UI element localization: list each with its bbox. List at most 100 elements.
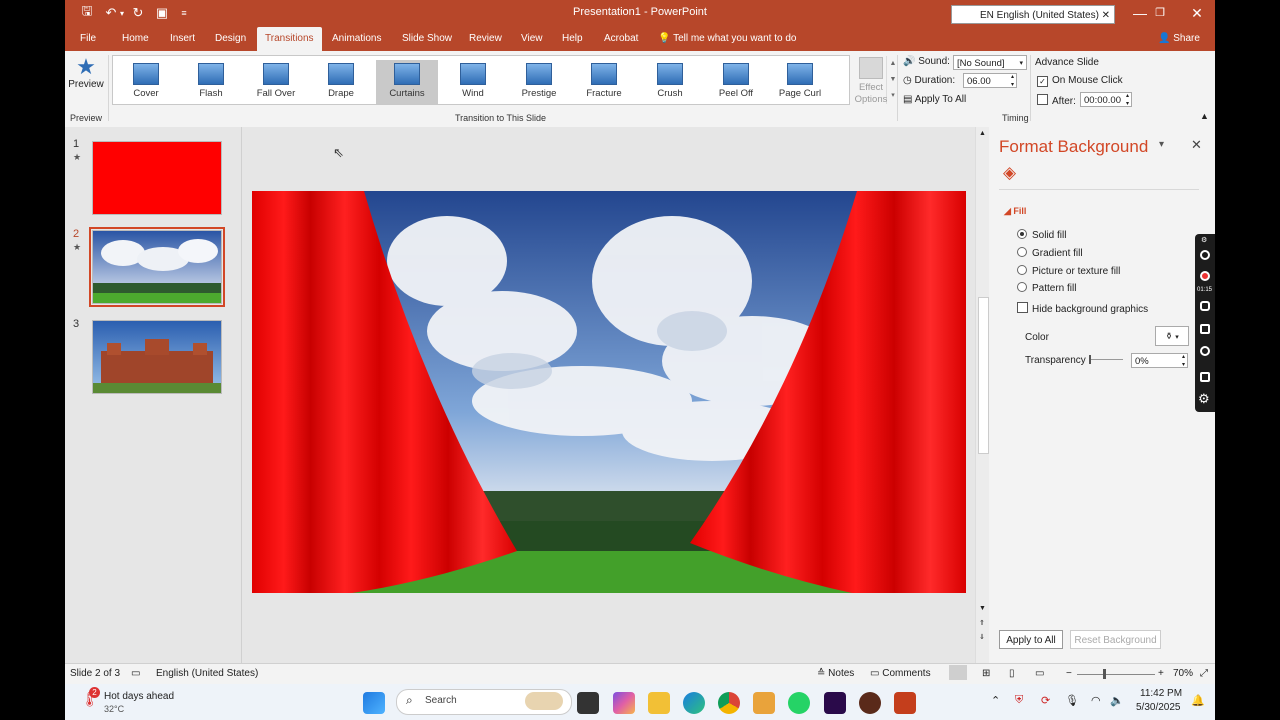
gradient-fill-radio[interactable]: Gradient fill — [1017, 247, 1083, 259]
zoom-out-icon[interactable]: − — [1066, 668, 1072, 679]
after-input[interactable]: 00:00.00 ▴ ▾ — [1080, 92, 1132, 107]
reading-view-icon[interactable]: ▯ — [1009, 668, 1015, 679]
chevron-up-icon[interactable]: ⌃ — [991, 694, 1000, 707]
slide-thumbnail-3[interactable] — [92, 320, 222, 394]
sound-dropdown[interactable]: [No Sound] ▾ — [953, 55, 1027, 70]
scroll-up-icon[interactable]: ▲ — [979, 130, 986, 137]
sync-icon[interactable]: ⟳ — [1041, 694, 1050, 707]
app-icon[interactable] — [859, 692, 881, 714]
search-box[interactable]: ⌕ Search — [396, 689, 572, 715]
normal-view-icon[interactable] — [949, 665, 967, 680]
language-indicator[interactable]: EN English (United States) ✕ — [951, 5, 1115, 24]
transition-fall-over[interactable]: Fall Over — [245, 60, 307, 104]
copilot-icon[interactable] — [613, 692, 635, 714]
microphone-icon[interactable] — [1200, 301, 1210, 311]
clock-time[interactable]: 11:42 PM — [1140, 688, 1182, 699]
zoom-level[interactable]: 70% — [1173, 668, 1193, 679]
solid-fill-radio[interactable]: Solid fill — [1017, 229, 1066, 241]
transition-page-curl[interactable]: Page Curl — [769, 60, 831, 104]
weather-widget[interactable]: 🌡 2 Hot days ahead 32°C — [79, 687, 189, 717]
collapse-ribbon-icon[interactable]: ▲ — [1200, 111, 1209, 121]
edge-icon[interactable] — [683, 692, 705, 714]
close-language-icon[interactable]: ✕ — [1102, 6, 1110, 25]
on-mouse-click-checkbox[interactable]: ✓ On Mouse Click — [1037, 75, 1123, 87]
microphone-tray-icon[interactable]: 🎙 — [1065, 694, 1079, 707]
transition-curtains[interactable]: Curtains — [376, 60, 438, 104]
transition-drape[interactable]: Drape — [310, 60, 372, 104]
duration-input[interactable]: 06.00 ▴ ▾ — [963, 73, 1017, 88]
recorder-options-icon[interactable]: ⚙ — [1201, 236, 1207, 244]
tab-transitions[interactable]: Transitions — [257, 27, 322, 51]
camera-icon[interactable] — [1200, 250, 1210, 260]
whatsapp-icon[interactable] — [788, 692, 810, 714]
task-view-icon[interactable] — [577, 692, 599, 714]
slide-sorter-icon[interactable]: ⊞ — [982, 668, 990, 679]
transition-fracture[interactable]: Fracture — [573, 60, 635, 104]
tab-home[interactable]: Home — [122, 27, 149, 51]
zoom-in-icon[interactable]: + — [1158, 668, 1164, 679]
slide-thumbnail-2[interactable] — [89, 227, 225, 307]
wifi-icon[interactable]: ◠ — [1091, 694, 1101, 707]
transition-wind[interactable]: Wind — [442, 60, 504, 104]
tab-acrobat[interactable]: Acrobat — [604, 27, 638, 51]
transition-cover[interactable]: Cover — [115, 60, 177, 104]
tab-help[interactable]: Help — [562, 27, 583, 51]
comments-button[interactable]: ▭ Comments — [870, 668, 931, 679]
transition-crush[interactable]: Crush — [639, 60, 701, 104]
transition-peel-off[interactable]: Peel Off — [705, 60, 767, 104]
close-pane-icon[interactable]: ✕ — [1191, 137, 1202, 153]
slider-handle[interactable] — [1089, 355, 1091, 364]
scroll-thumb[interactable] — [978, 297, 989, 454]
spinner-icon[interactable]: ▴ ▾ — [1011, 73, 1014, 89]
tab-animations[interactable]: Animations — [332, 27, 381, 51]
apply-to-all-button[interactable]: ▤ Apply To All — [903, 94, 966, 105]
file-explorer-icon[interactable] — [648, 692, 670, 714]
restore-icon[interactable]: ❐ — [1145, 3, 1175, 23]
after-checkbox[interactable]: After: — [1037, 94, 1076, 107]
spell-check-icon[interactable]: ▭ — [131, 668, 140, 679]
window-icon[interactable] — [1200, 372, 1210, 382]
previous-slide-icon[interactable]: ⇑ — [979, 619, 985, 627]
transition-prestige[interactable]: Prestige — [508, 60, 570, 104]
editor-scrollbar[interactable]: ▲ ▼ ⇑ ⇓ — [975, 127, 990, 663]
settings-gear-icon[interactable]: ⚙ — [1198, 391, 1210, 407]
fit-to-window-icon[interactable]: ⤢ — [1200, 668, 1208, 679]
transparency-input[interactable]: 0% ▴ ▾ — [1131, 353, 1188, 368]
powerpoint-taskbar-icon[interactable] — [894, 692, 916, 714]
slide-thumbnail-1[interactable] — [92, 141, 222, 215]
current-slide[interactable] — [252, 191, 966, 593]
volume-icon[interactable]: 🔈 — [1110, 694, 1124, 707]
language-status[interactable]: English (United States) — [156, 668, 258, 679]
transition-flash[interactable]: Flash — [180, 60, 242, 104]
pane-options-icon[interactable]: ▾ — [1159, 139, 1164, 150]
close-icon[interactable]: ✕ — [1182, 3, 1212, 23]
fill-section-header[interactable]: ◢ Fill — [1004, 206, 1026, 217]
picture-fill-radio[interactable]: Picture or texture fill — [1017, 265, 1120, 277]
chrome-icon[interactable] — [718, 692, 740, 714]
notifications-icon[interactable]: 🔔 — [1191, 694, 1205, 707]
snipping-tool-icon[interactable] — [753, 692, 775, 714]
share-button[interactable]: 👤 Share — [1158, 27, 1200, 51]
scroll-down-icon[interactable]: ▼ — [979, 605, 986, 612]
hide-graphics-checkbox[interactable]: Hide background graphics — [1017, 302, 1148, 315]
speaker-icon[interactable] — [1200, 324, 1210, 334]
webcam-icon[interactable] — [1200, 346, 1210, 356]
spinner-icon[interactable]: ▴ ▾ — [1126, 92, 1129, 108]
spinner-icon[interactable]: ▴ ▾ — [1182, 353, 1185, 369]
record-icon[interactable] — [1200, 271, 1210, 281]
preview-button[interactable]: ★ Preview — [68, 55, 104, 101]
premiere-pro-icon[interactable] — [824, 692, 846, 714]
reset-background-button[interactable]: Reset Background — [1070, 630, 1161, 649]
zoom-slider[interactable] — [1077, 669, 1155, 679]
effect-options-button[interactable]: Effect Options — [853, 55, 889, 107]
tab-view[interactable]: View — [521, 27, 543, 51]
clock-date[interactable]: 5/30/2025 — [1136, 702, 1181, 713]
zoom-slider-handle[interactable] — [1103, 669, 1106, 679]
next-slide-icon[interactable]: ⇓ — [979, 633, 985, 641]
transparency-slider[interactable] — [1089, 355, 1123, 364]
tab-design[interactable]: Design — [215, 27, 246, 51]
apply-to-all-pane-button[interactable]: Apply to All — [999, 630, 1063, 649]
fill-bucket-icon[interactable]: ◈ — [1003, 163, 1016, 183]
security-icon[interactable]: ⛨ — [1015, 694, 1023, 707]
tell-me-search[interactable]: 💡 Tell me what you want to do — [658, 27, 796, 51]
